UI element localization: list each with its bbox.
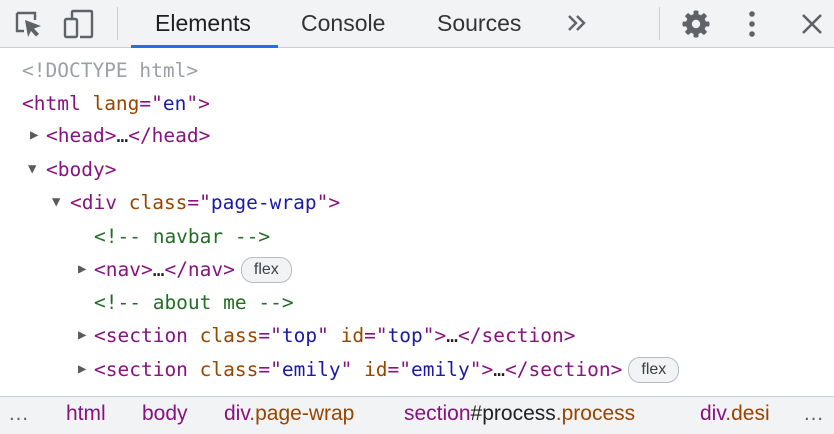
tree-node-comment-navbar[interactable]: <!-- navbar --> [94, 220, 270, 253]
more-tabs-button[interactable] [562, 4, 592, 42]
tag-open: <nav> [94, 258, 153, 281]
crumb-tag: div [700, 402, 726, 425]
doctype-text: <!DOCTYPE html> [22, 59, 199, 82]
active-tab-indicator [131, 45, 278, 48]
attr-name: lang [92, 92, 140, 115]
devtools-panel: Elements Console Sources <!DOCTYPE html>… [0, 0, 834, 434]
tag-close: "> [316, 191, 341, 214]
crumb-class: .page-wrap [249, 402, 355, 425]
attr-value: emily [411, 358, 470, 381]
breadcrumb-item-div-desi[interactable]: div.desi [700, 397, 770, 434]
inspect-element-icon[interactable] [12, 8, 44, 40]
breadcrumb: … html body div.page-wrap section#proces… [0, 396, 834, 434]
tree-node-section-emily[interactable]: ▶ <section class="emily" id="emily">…</s… [78, 353, 680, 386]
tag-close: "> [186, 92, 210, 115]
flex-badge[interactable]: flex [628, 357, 680, 383]
tag-end: </nav> [164, 258, 235, 281]
settings-gear-icon[interactable] [678, 6, 714, 42]
html-comment: <!-- about me --> [94, 291, 294, 314]
devtools-toolbar: Elements Console Sources [0, 0, 834, 48]
breadcrumb-leading-ellipsis[interactable]: … [8, 397, 31, 434]
attr-quote: " [317, 324, 329, 347]
collapsed-ellipsis[interactable]: … [493, 358, 505, 381]
device-toolbar-icon[interactable] [62, 8, 96, 40]
tree-node-section-top[interactable]: ▶ <section class="top" id="top">…</secti… [78, 319, 575, 352]
attr-name: class [128, 191, 188, 214]
tag-open: <head> [46, 124, 117, 147]
tab-console[interactable]: Console [301, 0, 385, 47]
toolbar-divider [117, 7, 118, 40]
breadcrumb-item-div-page-wrap[interactable]: div.page-wrap [224, 397, 354, 434]
attr-eq: =" [187, 191, 211, 214]
tree-node-nav[interactable]: ▶ <nav>…</nav> flex [78, 253, 292, 286]
tag-end: </head> [128, 124, 211, 147]
collapse-triangle-icon[interactable]: ▼ [52, 186, 60, 219]
attr-value: top [387, 324, 423, 347]
attr-value: top [281, 324, 318, 347]
attr-eq: =" [258, 324, 282, 347]
attr-eq: =" [364, 324, 388, 347]
breadcrumb-item-body[interactable]: body [142, 397, 188, 434]
tag-close: "> [469, 358, 494, 381]
attr-name: class [199, 324, 259, 347]
tag-open: <section [94, 358, 188, 381]
attr-eq: =" [387, 358, 412, 381]
attr-eq: =" [258, 358, 282, 381]
tree-node-clipped[interactable]: < [94, 385, 106, 396]
crumb-tag: div [224, 402, 250, 425]
tree-node-head[interactable]: ▶ <head>…</head> [30, 119, 210, 152]
attr-value: emily [281, 358, 341, 381]
crumb-id: #process [470, 402, 556, 425]
attr-eq: =" [139, 92, 163, 115]
breadcrumb-item-section-process[interactable]: section#process.process [404, 397, 635, 434]
attr-name: id [364, 358, 388, 381]
collapsed-ellipsis[interactable]: … [153, 258, 165, 281]
tag-open: <html [22, 92, 81, 115]
chevron-double-right-icon [568, 15, 586, 31]
tab-sources[interactable]: Sources [437, 0, 521, 47]
tag-open: <body> [46, 158, 117, 181]
kebab-menu-icon[interactable] [738, 6, 766, 42]
tag-open: <div [70, 191, 117, 214]
attr-value: en [162, 92, 187, 115]
crumb-tag: body [142, 402, 188, 425]
crumb-tag: section [404, 402, 471, 425]
attr-quote: " [340, 358, 353, 381]
breadcrumb-trailing-ellipsis[interactable]: … [797, 397, 826, 434]
tag-end: </section> [504, 358, 623, 381]
tree-node-comment-about[interactable]: <!-- about me --> [94, 286, 294, 319]
tag-open: <section [94, 324, 188, 347]
tree-node-body[interactable]: ▼ <body> [28, 153, 116, 186]
tree-node-div-page-wrap[interactable]: ▼ <div class="page-wrap"> [52, 186, 340, 219]
crumb-class: .desi [725, 402, 770, 425]
crumb-tag: html [66, 402, 106, 425]
dom-tree[interactable]: <!DOCTYPE html> <html lang="en"> ▶ <head… [0, 52, 834, 396]
tag-end: </section> [458, 324, 576, 347]
attr-name: id [340, 324, 365, 347]
expand-triangle-icon[interactable]: ▶ [78, 353, 86, 386]
crumb-class: .process [555, 402, 636, 425]
tab-elements[interactable]: Elements [155, 0, 251, 47]
expand-triangle-icon[interactable]: ▶ [78, 319, 86, 352]
close-icon[interactable] [796, 6, 828, 42]
expand-triangle-icon[interactable]: ▶ [30, 119, 38, 152]
expand-triangle-icon[interactable]: ▶ [78, 253, 86, 286]
collapsed-ellipsis[interactable]: … [446, 324, 458, 347]
tree-node-doctype[interactable]: <!DOCTYPE html> [22, 54, 198, 87]
attr-value: page-wrap [210, 191, 317, 214]
tree-node-html[interactable]: <html lang="en"> [22, 87, 210, 120]
breadcrumb-item-html[interactable]: html [66, 397, 106, 434]
attr-name: class [199, 358, 259, 381]
collapsed-ellipsis[interactable]: … [116, 124, 128, 147]
html-comment: <!-- navbar --> [94, 225, 271, 248]
tag-close: "> [422, 324, 447, 347]
collapse-triangle-icon[interactable]: ▼ [28, 153, 36, 186]
toolbar-divider [659, 7, 660, 40]
flex-badge[interactable]: flex [240, 257, 292, 283]
